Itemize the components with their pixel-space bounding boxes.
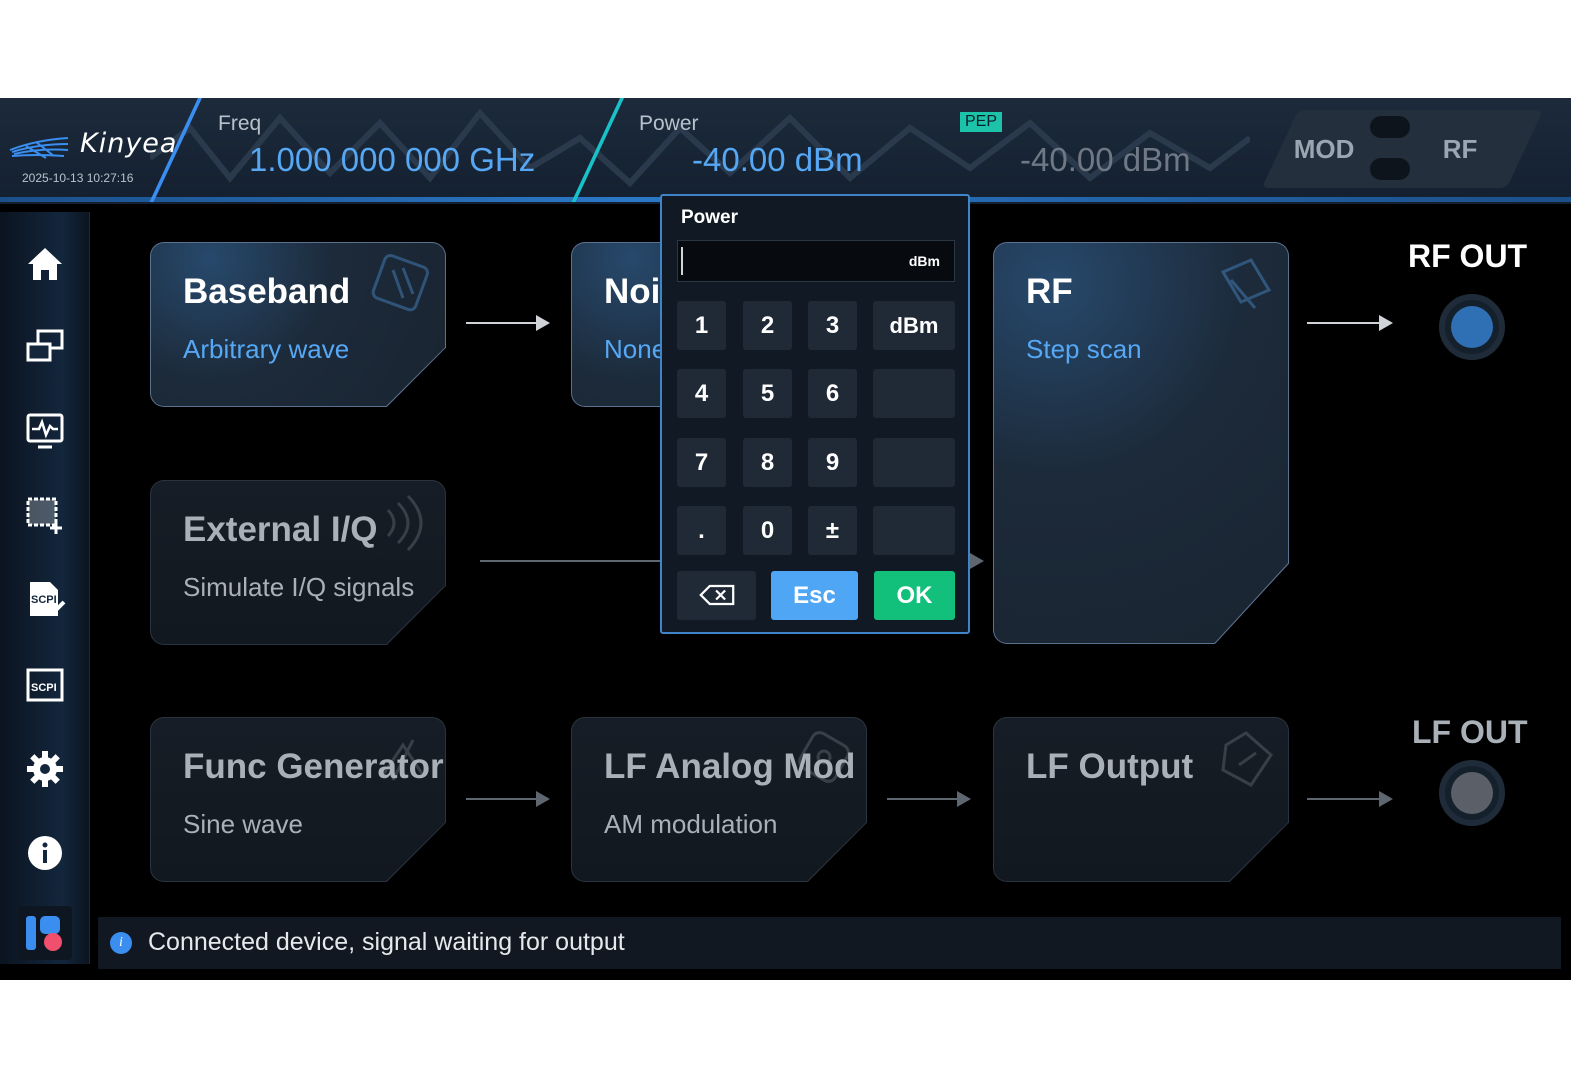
key-2[interactable]: 2: [743, 301, 792, 350]
keypad-unit-label: dBm: [908, 253, 940, 269]
windows-icon[interactable]: [22, 324, 68, 370]
key-8[interactable]: 8: [743, 438, 792, 487]
backspace-icon: [698, 584, 734, 606]
power-value[interactable]: -40.00 dBm: [692, 141, 863, 179]
status-message: Connected device, signal waiting for out…: [148, 928, 625, 956]
lf-analog-mod-block[interactable]: LF Analog Mod AM modulation: [571, 717, 867, 882]
text-cursor: [681, 247, 683, 275]
key-7[interactable]: 7: [677, 438, 726, 487]
screen: Kinyea 2025-10-13 10:27:16 Freq 1.000 00…: [0, 98, 1571, 980]
rf-block-icon: [1211, 250, 1281, 320]
rf-out-label: RF OUT: [1408, 238, 1528, 274]
esc-button[interactable]: Esc: [771, 571, 858, 620]
external-iq-block[interactable]: External I/Q Simulate I/Q signals: [150, 480, 446, 645]
key-3[interactable]: 3: [808, 301, 857, 350]
brand-name: Kinyea: [80, 128, 178, 159]
func-generator-subtitle: Sine wave: [183, 809, 303, 839]
key-5[interactable]: 5: [743, 369, 792, 418]
pep-badge: PEP: [960, 112, 1003, 132]
arrow-rf-to-rf-out: [1307, 315, 1393, 331]
arrow-func-to-lf-mod: [466, 791, 550, 807]
mod-label: MOD: [1293, 134, 1355, 164]
header-bar: Kinyea 2025-10-13 10:27:16 Freq 1.000 00…: [0, 98, 1571, 204]
mod-switch-knob: [1370, 116, 1410, 138]
key-sign-toggle[interactable]: ±: [808, 506, 857, 555]
rf-out-port[interactable]: [1439, 294, 1505, 360]
keypad-input-display[interactable]: dBm: [677, 240, 955, 282]
key-blank-3[interactable]: [873, 506, 955, 555]
lf-output-icon: [1211, 725, 1281, 795]
lf-output-block[interactable]: LF Output: [993, 717, 1289, 882]
scpi-text: SCPI: [31, 682, 57, 694]
key-blank-1[interactable]: [873, 369, 955, 418]
monitor-icon[interactable]: [22, 408, 68, 454]
noise-title: Noi: [604, 272, 661, 311]
signal-waves-icon: [368, 488, 438, 558]
datetime-label: 2025-10-13 10:27:16: [22, 171, 134, 185]
arrow-lf-mod-to-lf-output: [887, 791, 971, 807]
backspace-button[interactable]: [677, 571, 756, 620]
key-blank-2[interactable]: [873, 438, 955, 487]
app-logo-icon[interactable]: [18, 906, 72, 960]
sidebar: SCPI SCPI: [0, 212, 90, 964]
baseband-title: Baseband: [183, 272, 351, 311]
arrow-baseband-to-noise: [466, 315, 550, 331]
home-icon[interactable]: [22, 240, 68, 286]
external-iq-title: External I/Q: [183, 510, 378, 549]
waveform-icon: [368, 250, 438, 320]
lf-out-port[interactable]: [1439, 760, 1505, 826]
rf-out-indicator: [1451, 306, 1493, 348]
scpi-edit-icon[interactable]: SCPI: [22, 576, 68, 622]
rf-subtitle: Step scan: [1026, 334, 1142, 364]
power-label: Power: [639, 112, 699, 135]
baseband-subtitle: Arbitrary wave: [183, 334, 350, 364]
rf-label: RF: [1442, 134, 1478, 164]
rf-title: RF: [1026, 272, 1073, 311]
screenshot-icon[interactable]: [22, 492, 68, 538]
lf-output-title: LF Output: [1026, 747, 1194, 786]
scpi-icon[interactable]: SCPI: [22, 662, 68, 708]
lf-out-label: LF OUT: [1412, 714, 1528, 750]
key-9[interactable]: 9: [808, 438, 857, 487]
status-bar: i Connected device, signal waiting for o…: [98, 917, 1561, 969]
pep-value: -40.00 dBm: [1020, 141, 1191, 178]
key-0[interactable]: 0: [743, 506, 792, 555]
key-6[interactable]: 6: [808, 369, 857, 418]
scpi-edit-text: SCPI: [31, 594, 57, 606]
freq-label: Freq: [218, 112, 262, 135]
key-decimal[interactable]: .: [677, 506, 726, 555]
arrow-lf-output-to-lf-out: [1307, 791, 1393, 807]
rf-block[interactable]: RF Step scan: [993, 242, 1289, 644]
noise-subtitle: None: [604, 334, 667, 364]
lf-out-indicator: [1451, 772, 1493, 814]
power-keypad-dialog: Power dBm 1 2 3 dBm 4 5 6 7 8 9 . 0 ± Es…: [660, 194, 970, 634]
info-status-icon: i: [110, 932, 132, 954]
rf-switch-knob: [1370, 158, 1410, 180]
freq-value[interactable]: 1.000 000 000 GHz: [249, 141, 535, 179]
lf-analog-mod-title: LF Analog Mod: [604, 747, 856, 786]
key-unit-dbm[interactable]: dBm: [873, 301, 955, 350]
lf-analog-mod-subtitle: AM modulation: [604, 809, 778, 839]
func-generator-title: Func Generator: [183, 747, 444, 786]
key-4[interactable]: 4: [677, 369, 726, 418]
key-1[interactable]: 1: [677, 301, 726, 350]
keypad-title: Power: [681, 207, 739, 228]
external-iq-subtitle: Simulate I/Q signals: [183, 572, 415, 602]
baseband-block[interactable]: Baseband Arbitrary wave: [150, 242, 446, 407]
ok-button[interactable]: OK: [874, 571, 955, 620]
func-generator-block[interactable]: Func Generator Sine wave: [150, 717, 446, 882]
gear-icon[interactable]: [22, 746, 68, 792]
info-icon[interactable]: [22, 830, 68, 876]
